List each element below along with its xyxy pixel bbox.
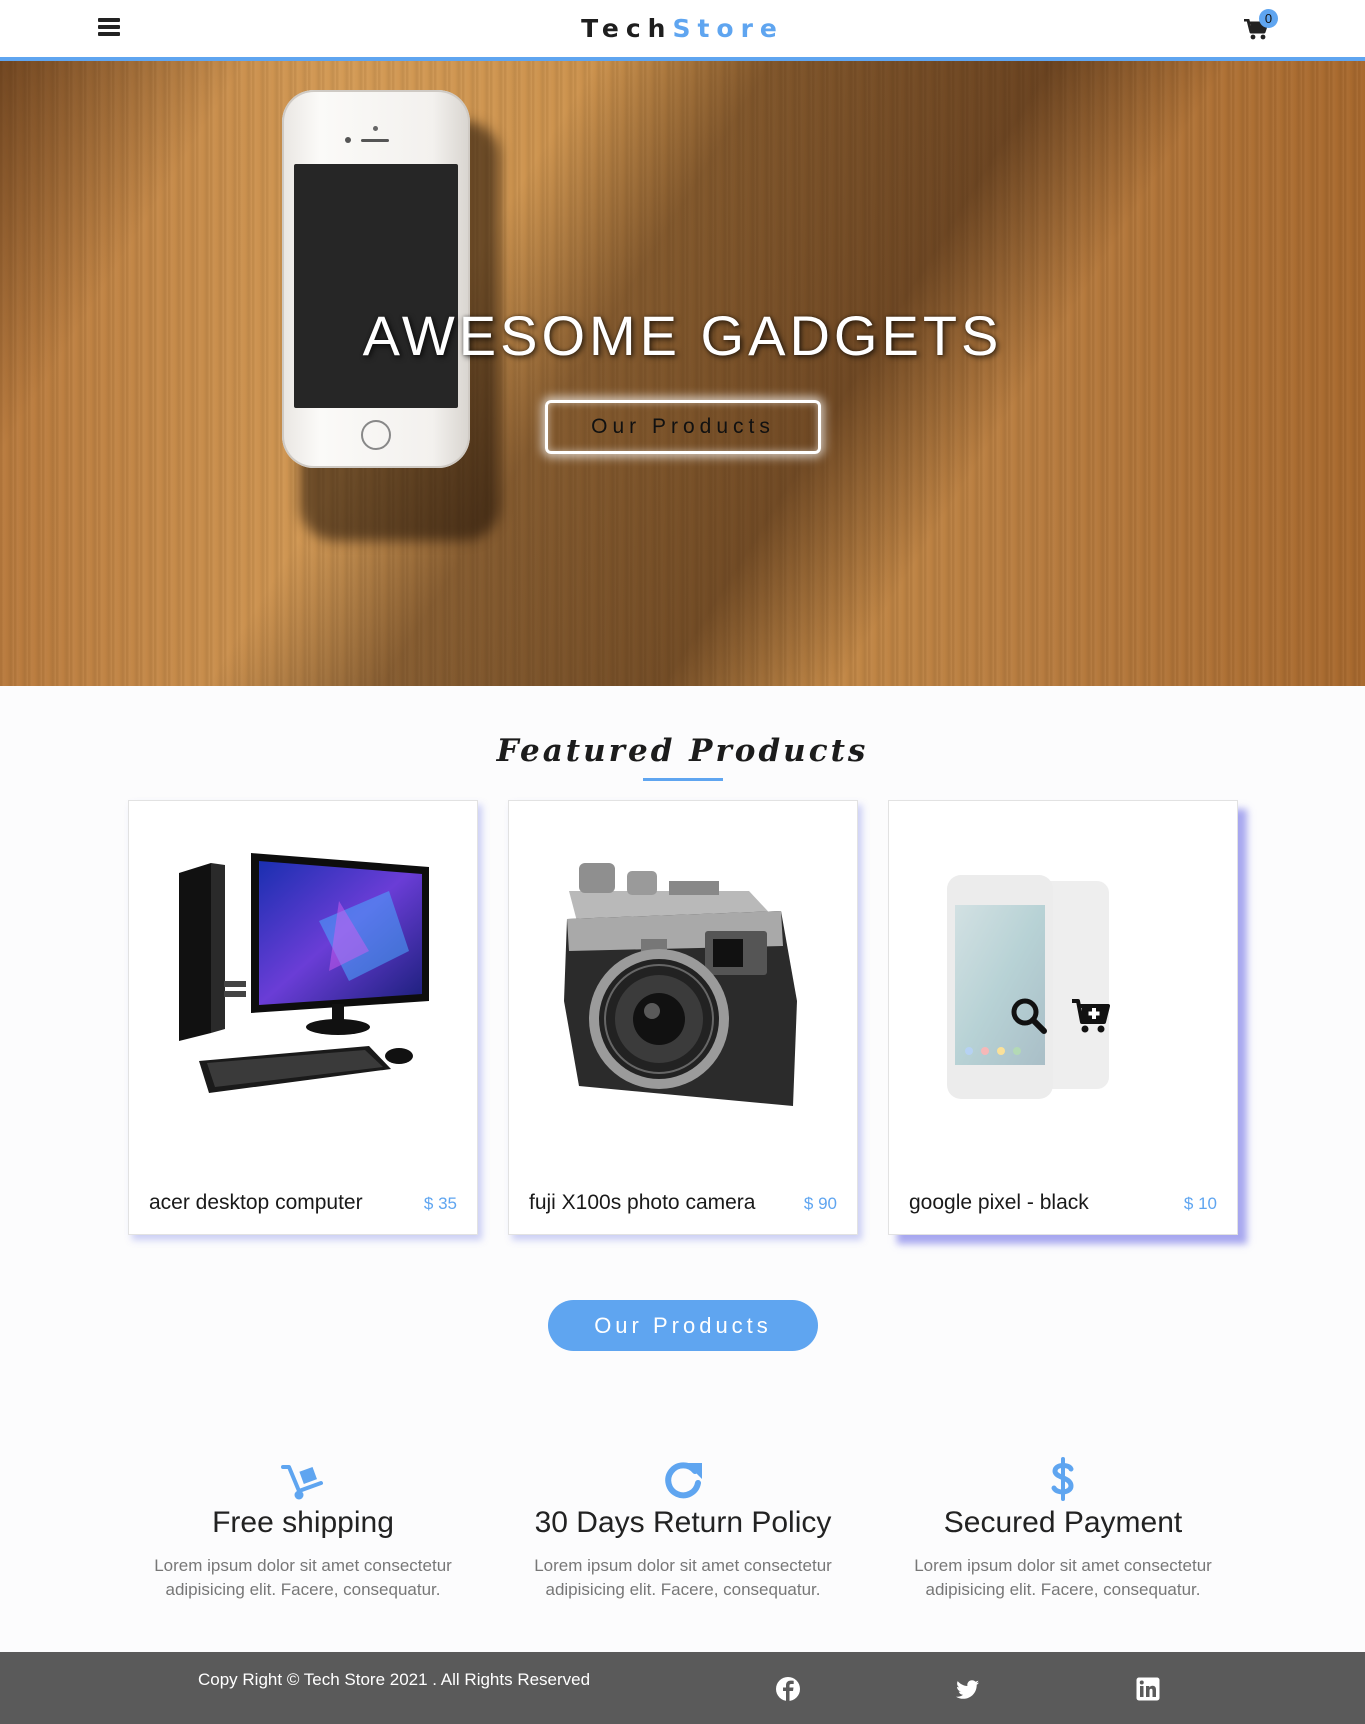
brand-text-tech: Tech bbox=[581, 14, 673, 43]
footer: Copy Right © Tech Store 2021 . All Right… bbox=[0, 1652, 1365, 1724]
product-price: $ 10 bbox=[1183, 1194, 1217, 1213]
dolly-icon bbox=[281, 1465, 323, 1500]
brand-logo[interactable]: TechStore bbox=[0, 14, 1365, 43]
title-underline bbox=[643, 778, 723, 781]
dollar-icon bbox=[1051, 1457, 1074, 1501]
product-card[interactable]: acer desktop computer $ 35 bbox=[128, 800, 478, 1235]
product-price: $ 35 bbox=[423, 1194, 457, 1213]
linkedin-icon[interactable] bbox=[1135, 1676, 1161, 1702]
product-name: google pixel - black bbox=[909, 1191, 1089, 1214]
hero-title: AWESOME GADGETS bbox=[362, 304, 1003, 367]
hero-banner: AWESOME GADGETS Our Products bbox=[0, 61, 1365, 686]
product-name: fuji X100s photo camera bbox=[529, 1191, 756, 1214]
search-icon[interactable] bbox=[1009, 996, 1049, 1036]
service-text: Lorem ipsum dolor sit amet consectetur a… bbox=[914, 1556, 1212, 1599]
our-products-button[interactable]: Our Products bbox=[548, 1300, 818, 1351]
copyright-text: Copy Right © Tech Store 2021 . All Right… bbox=[198, 1670, 591, 1689]
cart-count-badge: 0 bbox=[1259, 9, 1278, 28]
product-card[interactable]: fuji X100s photo camera $ 90 bbox=[508, 800, 858, 1235]
add-to-cart-icon[interactable] bbox=[1071, 998, 1111, 1036]
service-title: Free shipping bbox=[212, 1506, 394, 1539]
redo-icon bbox=[665, 1462, 702, 1499]
product-price: $ 90 bbox=[803, 1194, 837, 1213]
service-secured-payment: Secured Payment Lorem ipsum dolor sit am… bbox=[883, 1455, 1243, 1602]
product-name: acer desktop computer bbox=[149, 1191, 363, 1214]
product-image-fuji-camera bbox=[509, 801, 857, 1161]
facebook-icon[interactable] bbox=[775, 1676, 801, 1702]
service-return-policy: 30 Days Return Policy Lorem ipsum dolor … bbox=[503, 1455, 863, 1602]
service-title: Secured Payment bbox=[943, 1506, 1183, 1539]
product-hover-overlay bbox=[889, 801, 1237, 1161]
product-card[interactable]: google pixel - black $ 10 bbox=[888, 800, 1238, 1235]
cart-button[interactable]: 0 bbox=[1242, 9, 1278, 45]
brand-text-store: Store bbox=[672, 14, 784, 43]
service-text: Lorem ipsum dolor sit amet consectetur a… bbox=[154, 1556, 452, 1599]
hero-products-button[interactable]: Our Products bbox=[545, 400, 821, 454]
hero-phone-image bbox=[282, 90, 470, 468]
product-image-acer-desktop bbox=[129, 801, 477, 1161]
service-title: 30 Days Return Policy bbox=[534, 1506, 832, 1539]
twitter-icon[interactable] bbox=[955, 1676, 981, 1702]
service-text: Lorem ipsum dolor sit amet consectetur a… bbox=[534, 1556, 832, 1599]
navbar: TechStore 0 bbox=[0, 0, 1365, 61]
service-free-shipping: Free shipping Lorem ipsum dolor sit amet… bbox=[123, 1455, 483, 1602]
featured-products-title: Featured Products bbox=[496, 733, 869, 769]
